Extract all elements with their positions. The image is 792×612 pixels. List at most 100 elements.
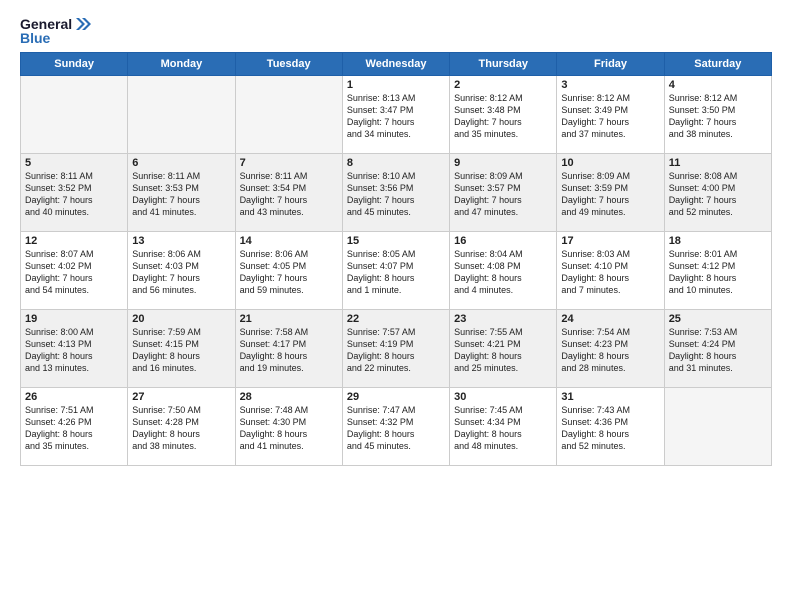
calendar-cell: 19Sunrise: 8:00 AM Sunset: 4:13 PM Dayli… [21, 310, 128, 388]
calendar-cell: 20Sunrise: 7:59 AM Sunset: 4:15 PM Dayli… [128, 310, 235, 388]
calendar-cell: 5Sunrise: 8:11 AM Sunset: 3:52 PM Daylig… [21, 154, 128, 232]
day-number: 23 [454, 313, 552, 325]
calendar-cell: 9Sunrise: 8:09 AM Sunset: 3:57 PM Daylig… [450, 154, 557, 232]
day-info: Sunrise: 8:11 AM Sunset: 3:54 PM Dayligh… [240, 170, 338, 219]
calendar-cell: 10Sunrise: 8:09 AM Sunset: 3:59 PM Dayli… [557, 154, 664, 232]
calendar-week-2: 5Sunrise: 8:11 AM Sunset: 3:52 PM Daylig… [21, 154, 772, 232]
day-number: 19 [25, 313, 123, 325]
calendar-cell: 13Sunrise: 8:06 AM Sunset: 4:03 PM Dayli… [128, 232, 235, 310]
day-info: Sunrise: 7:48 AM Sunset: 4:30 PM Dayligh… [240, 404, 338, 453]
day-info: Sunrise: 8:12 AM Sunset: 3:49 PM Dayligh… [561, 92, 659, 141]
day-number: 31 [561, 391, 659, 403]
calendar-cell: 12Sunrise: 8:07 AM Sunset: 4:02 PM Dayli… [21, 232, 128, 310]
calendar-week-3: 12Sunrise: 8:07 AM Sunset: 4:02 PM Dayli… [21, 232, 772, 310]
day-number: 17 [561, 235, 659, 247]
calendar-cell: 8Sunrise: 8:10 AM Sunset: 3:56 PM Daylig… [342, 154, 449, 232]
day-number: 28 [240, 391, 338, 403]
calendar-cell: 21Sunrise: 7:58 AM Sunset: 4:17 PM Dayli… [235, 310, 342, 388]
day-info: Sunrise: 8:03 AM Sunset: 4:10 PM Dayligh… [561, 248, 659, 297]
day-number: 7 [240, 157, 338, 169]
calendar-table: SundayMondayTuesdayWednesdayThursdayFrid… [20, 52, 772, 466]
calendar-cell: 24Sunrise: 7:54 AM Sunset: 4:23 PM Dayli… [557, 310, 664, 388]
calendar-cell: 31Sunrise: 7:43 AM Sunset: 4:36 PM Dayli… [557, 388, 664, 466]
day-info: Sunrise: 8:11 AM Sunset: 3:52 PM Dayligh… [25, 170, 123, 219]
day-info: Sunrise: 8:12 AM Sunset: 3:50 PM Dayligh… [669, 92, 767, 141]
calendar-cell: 28Sunrise: 7:48 AM Sunset: 4:30 PM Dayli… [235, 388, 342, 466]
page: General Blue SundayMondayTuesdayWednesda… [0, 0, 792, 612]
weekday-header-monday: Monday [128, 53, 235, 76]
day-info: Sunrise: 8:09 AM Sunset: 3:57 PM Dayligh… [454, 170, 552, 219]
day-info: Sunrise: 8:05 AM Sunset: 4:07 PM Dayligh… [347, 248, 445, 297]
day-number: 26 [25, 391, 123, 403]
day-info: Sunrise: 8:12 AM Sunset: 3:48 PM Dayligh… [454, 92, 552, 141]
calendar-cell [21, 76, 128, 154]
day-info: Sunrise: 8:13 AM Sunset: 3:47 PM Dayligh… [347, 92, 445, 141]
day-number: 13 [132, 235, 230, 247]
day-info: Sunrise: 7:59 AM Sunset: 4:15 PM Dayligh… [132, 326, 230, 375]
day-info: Sunrise: 8:08 AM Sunset: 4:00 PM Dayligh… [669, 170, 767, 219]
day-info: Sunrise: 7:58 AM Sunset: 4:17 PM Dayligh… [240, 326, 338, 375]
day-number: 25 [669, 313, 767, 325]
day-number: 18 [669, 235, 767, 247]
day-number: 14 [240, 235, 338, 247]
day-number: 24 [561, 313, 659, 325]
calendar-cell: 2Sunrise: 8:12 AM Sunset: 3:48 PM Daylig… [450, 76, 557, 154]
day-number: 5 [25, 157, 123, 169]
calendar-cell: 6Sunrise: 8:11 AM Sunset: 3:53 PM Daylig… [128, 154, 235, 232]
weekday-header-wednesday: Wednesday [342, 53, 449, 76]
day-number: 16 [454, 235, 552, 247]
day-info: Sunrise: 8:01 AM Sunset: 4:12 PM Dayligh… [669, 248, 767, 297]
calendar-cell: 14Sunrise: 8:06 AM Sunset: 4:05 PM Dayli… [235, 232, 342, 310]
calendar-cell: 17Sunrise: 8:03 AM Sunset: 4:10 PM Dayli… [557, 232, 664, 310]
day-number: 3 [561, 79, 659, 91]
calendar-cell: 23Sunrise: 7:55 AM Sunset: 4:21 PM Dayli… [450, 310, 557, 388]
day-info: Sunrise: 8:06 AM Sunset: 4:03 PM Dayligh… [132, 248, 230, 297]
calendar-cell: 7Sunrise: 8:11 AM Sunset: 3:54 PM Daylig… [235, 154, 342, 232]
weekday-header-friday: Friday [557, 53, 664, 76]
day-number: 20 [132, 313, 230, 325]
day-info: Sunrise: 8:06 AM Sunset: 4:05 PM Dayligh… [240, 248, 338, 297]
day-number: 21 [240, 313, 338, 325]
calendar-cell: 30Sunrise: 7:45 AM Sunset: 4:34 PM Dayli… [450, 388, 557, 466]
calendar-cell [128, 76, 235, 154]
day-info: Sunrise: 8:10 AM Sunset: 3:56 PM Dayligh… [347, 170, 445, 219]
day-number: 15 [347, 235, 445, 247]
calendar-cell: 18Sunrise: 8:01 AM Sunset: 4:12 PM Dayli… [664, 232, 771, 310]
day-info: Sunrise: 8:04 AM Sunset: 4:08 PM Dayligh… [454, 248, 552, 297]
weekday-header-tuesday: Tuesday [235, 53, 342, 76]
day-info: Sunrise: 7:43 AM Sunset: 4:36 PM Dayligh… [561, 404, 659, 453]
weekday-header-thursday: Thursday [450, 53, 557, 76]
day-info: Sunrise: 7:55 AM Sunset: 4:21 PM Dayligh… [454, 326, 552, 375]
day-info: Sunrise: 7:54 AM Sunset: 4:23 PM Dayligh… [561, 326, 659, 375]
calendar-cell: 29Sunrise: 7:47 AM Sunset: 4:32 PM Dayli… [342, 388, 449, 466]
day-info: Sunrise: 7:45 AM Sunset: 4:34 PM Dayligh… [454, 404, 552, 453]
day-number: 6 [132, 157, 230, 169]
calendar-week-5: 26Sunrise: 7:51 AM Sunset: 4:26 PM Dayli… [21, 388, 772, 466]
day-info: Sunrise: 7:47 AM Sunset: 4:32 PM Dayligh… [347, 404, 445, 453]
calendar-cell [235, 76, 342, 154]
calendar-cell [664, 388, 771, 466]
weekday-header-sunday: Sunday [21, 53, 128, 76]
calendar-cell: 4Sunrise: 8:12 AM Sunset: 3:50 PM Daylig… [664, 76, 771, 154]
weekday-header-row: SundayMondayTuesdayWednesdayThursdayFrid… [21, 53, 772, 76]
calendar-cell: 26Sunrise: 7:51 AM Sunset: 4:26 PM Dayli… [21, 388, 128, 466]
day-info: Sunrise: 8:09 AM Sunset: 3:59 PM Dayligh… [561, 170, 659, 219]
day-number: 2 [454, 79, 552, 91]
day-number: 1 [347, 79, 445, 91]
day-info: Sunrise: 7:57 AM Sunset: 4:19 PM Dayligh… [347, 326, 445, 375]
day-number: 4 [669, 79, 767, 91]
calendar-cell: 16Sunrise: 8:04 AM Sunset: 4:08 PM Dayli… [450, 232, 557, 310]
calendar-cell: 27Sunrise: 7:50 AM Sunset: 4:28 PM Dayli… [128, 388, 235, 466]
calendar-week-4: 19Sunrise: 8:00 AM Sunset: 4:13 PM Dayli… [21, 310, 772, 388]
logo: General Blue [20, 16, 96, 46]
day-number: 30 [454, 391, 552, 403]
day-number: 22 [347, 313, 445, 325]
day-info: Sunrise: 7:53 AM Sunset: 4:24 PM Dayligh… [669, 326, 767, 375]
day-info: Sunrise: 7:51 AM Sunset: 4:26 PM Dayligh… [25, 404, 123, 453]
day-number: 11 [669, 157, 767, 169]
calendar-cell: 22Sunrise: 7:57 AM Sunset: 4:19 PM Dayli… [342, 310, 449, 388]
calendar-cell: 25Sunrise: 7:53 AM Sunset: 4:24 PM Dayli… [664, 310, 771, 388]
day-info: Sunrise: 8:11 AM Sunset: 3:53 PM Dayligh… [132, 170, 230, 219]
calendar-cell: 3Sunrise: 8:12 AM Sunset: 3:49 PM Daylig… [557, 76, 664, 154]
day-number: 12 [25, 235, 123, 247]
